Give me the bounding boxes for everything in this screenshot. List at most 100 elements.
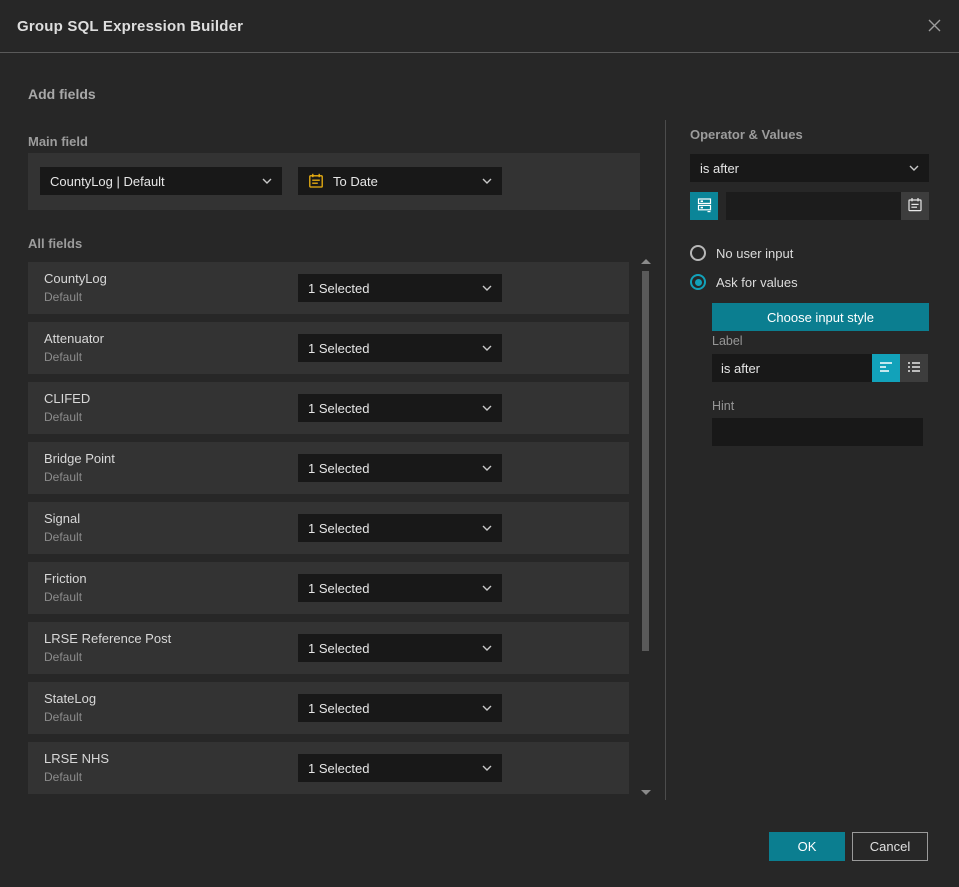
field-selection-select[interactable]: 1 Selected — [298, 634, 502, 662]
radio-no-user-input[interactable]: No user input — [690, 245, 793, 261]
operator-values-heading: Operator & Values — [690, 127, 803, 142]
field-name: CLIFED — [44, 391, 91, 406]
scrollbar-thumb[interactable] — [642, 271, 649, 651]
radio-label: Ask for values — [716, 274, 798, 290]
main-field-select-value: CountyLog | Default — [50, 173, 165, 189]
operator-select-value: is after — [700, 160, 740, 176]
chevron-down-icon — [482, 178, 492, 184]
field-selection-value: 1 Selected — [308, 280, 370, 296]
main-field-select[interactable]: CountyLog | Default — [40, 167, 282, 195]
chevron-down-icon — [909, 165, 919, 171]
value-input[interactable] — [726, 192, 901, 220]
field-row: Friction Default 1 Selected — [28, 562, 629, 614]
field-subtitle: Default — [44, 410, 83, 424]
field-row: StateLog Default 1 Selected — [28, 682, 629, 734]
field-row: LRSE NHS Default 1 Selected — [28, 742, 629, 794]
stacked-values-icon — [696, 196, 713, 216]
field-selection-select[interactable]: 1 Selected — [298, 514, 502, 542]
field-name: Signal — [44, 511, 81, 526]
close-button[interactable] — [923, 16, 945, 38]
field-name: StateLog — [44, 691, 97, 706]
align-left-lines-icon — [878, 359, 894, 378]
chevron-down-icon — [482, 345, 492, 351]
field-subtitle: Default — [44, 770, 83, 784]
field-name: LRSE Reference Post — [44, 631, 172, 646]
all-fields-label: All fields — [28, 236, 83, 251]
field-selection-select[interactable]: 1 Selected — [298, 274, 502, 302]
chevron-down-icon — [482, 465, 492, 471]
main-field-label: Main field — [28, 134, 88, 149]
chevron-down-icon — [482, 765, 492, 771]
choose-input-style-button[interactable]: Choose input style — [712, 303, 929, 331]
field-subtitle: Default — [44, 350, 83, 364]
field-selection-select[interactable]: 1 Selected — [298, 394, 502, 422]
field-selection-select[interactable]: 1 Selected — [298, 454, 502, 482]
field-subtitle: Default — [44, 530, 83, 544]
field-subtitle: Default — [44, 290, 83, 304]
field-row: CLIFED Default 1 Selected — [28, 382, 629, 434]
chevron-down-icon — [482, 585, 492, 591]
chevron-down-icon — [262, 178, 272, 184]
field-selection-value: 1 Selected — [308, 520, 370, 536]
unique-values-button[interactable] — [690, 192, 718, 220]
field-row: LRSE Reference Post Default 1 Selected — [28, 622, 629, 674]
radio-circle — [690, 274, 706, 290]
field-subtitle: Default — [44, 470, 83, 484]
field-name: Friction — [44, 571, 87, 586]
dialog-header: Group SQL Expression Builder — [0, 0, 959, 53]
scrollbar-up-arrow[interactable] — [641, 259, 651, 264]
radio-label: No user input — [716, 245, 794, 261]
date-picker-button[interactable] — [901, 192, 929, 220]
bulleted-list-icon — [906, 359, 922, 378]
chevron-down-icon — [482, 285, 492, 291]
panel-divider — [665, 120, 666, 800]
field-selection-value: 1 Selected — [308, 400, 370, 416]
field-selection-select[interactable]: 1 Selected — [298, 754, 502, 782]
scrollbar-down-arrow[interactable] — [641, 790, 651, 795]
chevron-down-icon — [482, 705, 492, 711]
close-icon — [927, 18, 942, 36]
field-subtitle: Default — [44, 590, 83, 604]
field-row: Signal Default 1 Selected — [28, 502, 629, 554]
field-name: Attenuator — [44, 331, 104, 346]
field-name: LRSE NHS — [44, 751, 110, 766]
field-selection-value: 1 Selected — [308, 640, 370, 656]
single-input-style-toggle[interactable] — [872, 354, 900, 382]
field-row: Bridge Point Default 1 Selected — [28, 442, 629, 494]
main-field-panel: CountyLog | Default To Date — [28, 153, 640, 210]
radio-ask-for-values[interactable]: Ask for values — [690, 274, 798, 290]
chevron-down-icon — [482, 645, 492, 651]
field-row: CountyLog Default 1 Selected — [28, 262, 629, 314]
dialog-title: Group SQL Expression Builder — [17, 18, 244, 35]
field-name: CountyLog — [44, 271, 107, 286]
label-field-label: Label — [712, 334, 743, 348]
field-selection-value: 1 Selected — [308, 700, 370, 716]
field-subtitle: Default — [44, 650, 83, 664]
field-selection-select[interactable]: 1 Selected — [298, 334, 502, 362]
hint-field-label: Hint — [712, 399, 735, 413]
hint-input[interactable] — [712, 418, 923, 446]
field-selection-select[interactable]: 1 Selected — [298, 694, 502, 722]
cancel-button[interactable]: Cancel — [852, 832, 928, 861]
list-input-style-toggle[interactable] — [900, 354, 928, 382]
label-input[interactable] — [712, 354, 872, 382]
radio-circle — [690, 245, 706, 261]
field-selection-value: 1 Selected — [308, 340, 370, 356]
chevron-down-icon — [482, 525, 492, 531]
calendar-icon — [308, 173, 324, 189]
chevron-down-icon — [482, 405, 492, 411]
operator-select[interactable]: is after — [690, 154, 929, 182]
ok-button[interactable]: OK — [769, 832, 845, 861]
calendar-icon — [907, 197, 923, 216]
group-sql-expression-builder-dialog: Group SQL Expression Builder Add fields … — [0, 0, 959, 887]
field-row: Attenuator Default 1 Selected — [28, 322, 629, 374]
field-selection-value: 1 Selected — [308, 460, 370, 476]
field-selection-select[interactable]: 1 Selected — [298, 574, 502, 602]
field-subtitle: Default — [44, 710, 83, 724]
field-selection-value: 1 Selected — [308, 580, 370, 596]
date-type-select[interactable]: To Date — [298, 167, 502, 195]
add-fields-heading: Add fields — [28, 86, 96, 102]
field-name: Bridge Point — [44, 451, 115, 466]
field-selection-value: 1 Selected — [308, 760, 370, 776]
date-type-select-value: To Date — [333, 173, 378, 189]
